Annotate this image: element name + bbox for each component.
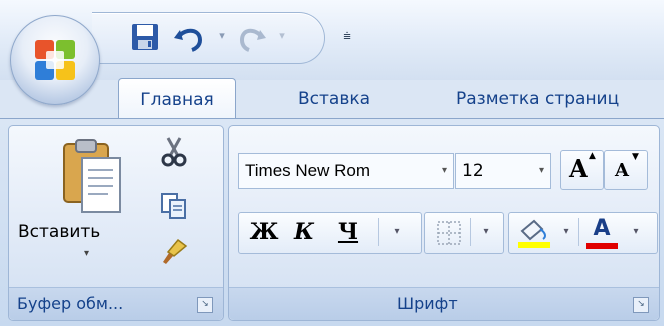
bold-button[interactable]: Ж (246, 214, 282, 250)
paste-icon (63, 139, 121, 213)
font-name-combobox[interactable]: Times New Rom ▾ (238, 153, 454, 189)
copy-icon[interactable] (160, 192, 188, 220)
tab-page-layout[interactable]: Разметка страниц (444, 81, 631, 117)
underline-dropdown-icon[interactable]: ▾ (384, 214, 410, 250)
redo-icon[interactable] (236, 20, 270, 54)
shrink-font-button[interactable]: A ▼ (604, 150, 648, 190)
separator (470, 218, 471, 246)
undo-dropdown-icon[interactable]: ▾ (212, 26, 232, 46)
italic-button[interactable]: К (286, 214, 322, 250)
paste-dropdown-icon[interactable]: ▾ (84, 248, 89, 259)
undo-icon[interactable] (170, 20, 210, 54)
highlight-icon[interactable] (516, 217, 552, 249)
grow-font-button[interactable]: A ▲ (560, 150, 604, 190)
chevron-down-icon[interactable]: ▾ (442, 154, 447, 188)
font-color-swatch (586, 243, 618, 249)
highlight-dropdown-icon[interactable]: ▾ (556, 214, 576, 250)
borders-dropdown-icon[interactable]: ▾ (474, 214, 498, 250)
office-button[interactable] (10, 15, 100, 105)
separator (378, 218, 379, 246)
clipboard-group-label: Буфер обм... (17, 294, 124, 313)
font-name-value: Times New Rom (245, 161, 370, 180)
font-size-value: 12 (462, 161, 484, 181)
format-painter-icon[interactable] (160, 236, 190, 268)
font-size-combobox[interactable]: 12 ▾ (455, 153, 551, 189)
decrease-caret-icon: ▼ (632, 152, 639, 162)
tab-home[interactable]: Главная (118, 78, 236, 121)
paste-label: Вставить (18, 222, 101, 242)
underline-button[interactable]: Ч (326, 214, 370, 250)
office-logo-icon (35, 40, 75, 80)
redo-dropdown-icon[interactable]: ▾ (272, 26, 292, 46)
borders-icon[interactable] (436, 220, 462, 246)
font-group-label: Шрифт (397, 294, 458, 313)
dialog-launcher-icon[interactable]: ↘ (197, 297, 213, 313)
save-icon[interactable] (128, 20, 162, 54)
customize-icon[interactable]: ⩧ (336, 26, 358, 48)
separator (578, 218, 579, 246)
cut-icon[interactable] (160, 136, 188, 168)
font-dialog-launcher-icon[interactable]: ↘ (633, 297, 649, 313)
chevron-down-icon[interactable]: ▾ (539, 154, 544, 188)
increase-caret-icon: ▲ (589, 151, 596, 161)
tab-insert[interactable]: Вставка (286, 81, 382, 117)
font-color-dropdown-icon[interactable]: ▾ (624, 214, 648, 250)
